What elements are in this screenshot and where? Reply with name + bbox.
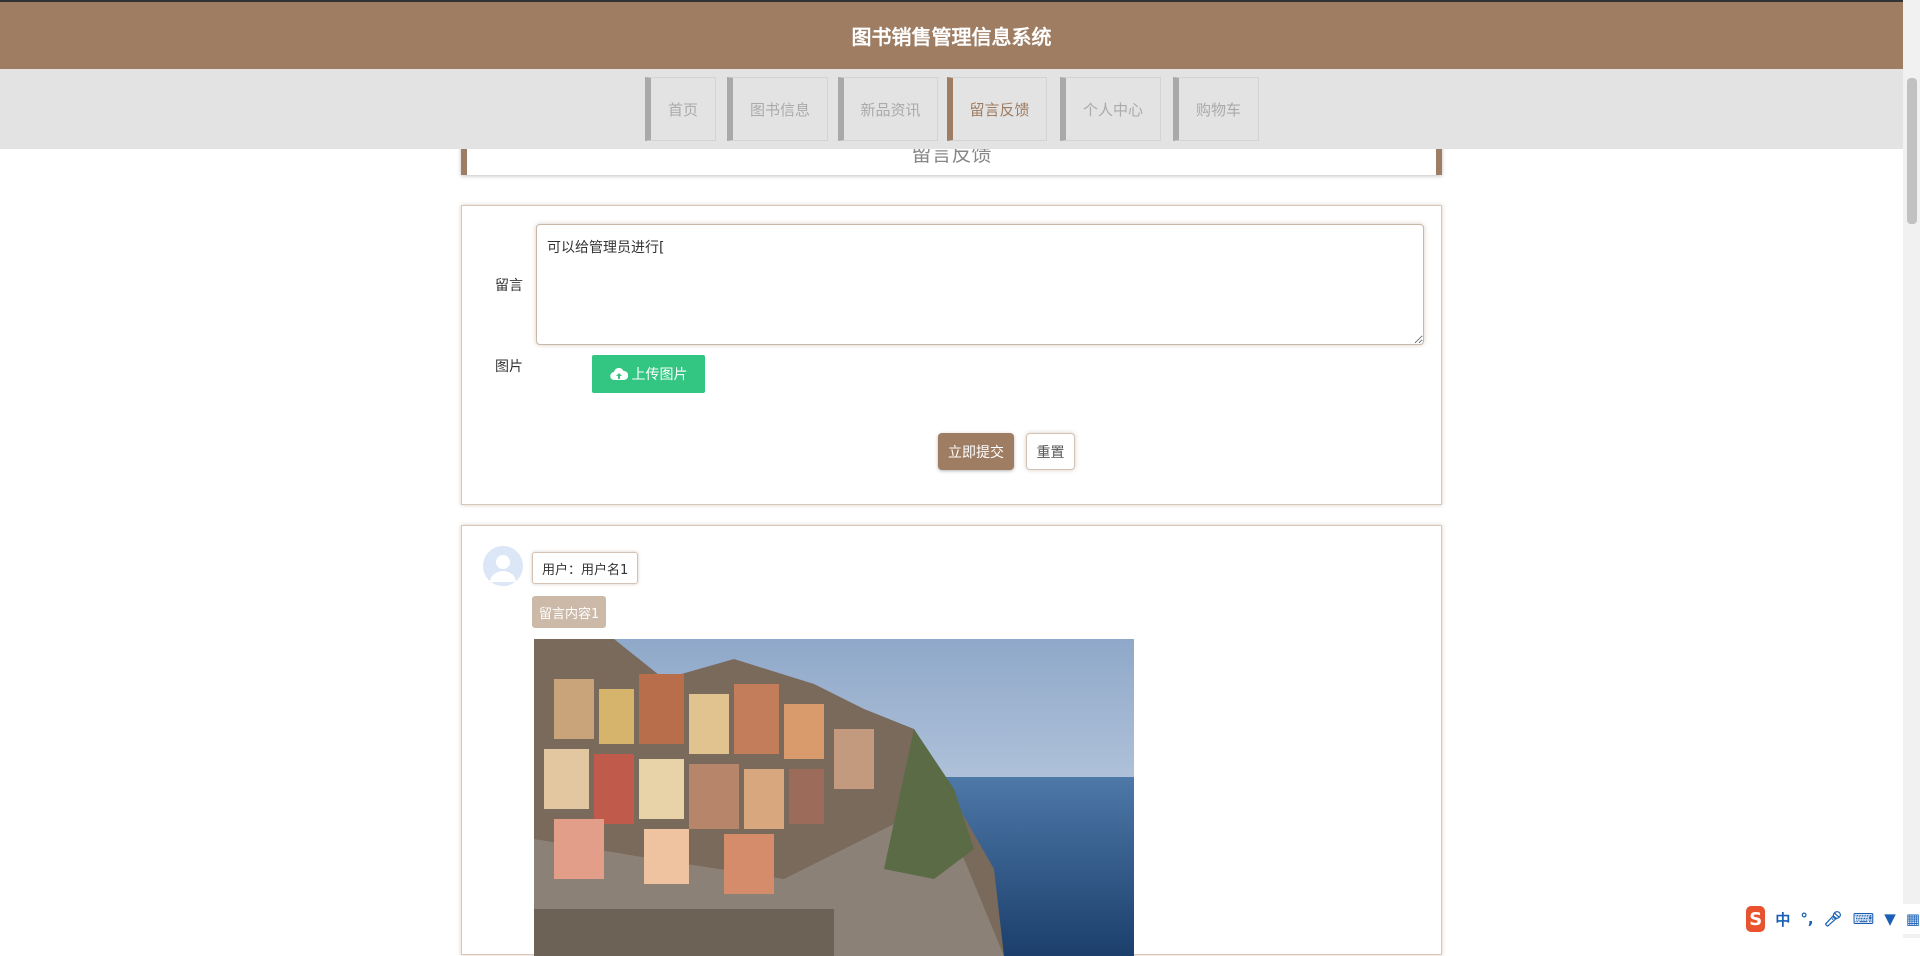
message-content-tag: 留言内容1: [532, 596, 607, 628]
ime-toolbar: S 中 °, 🎤︎ ⌨︎ ▼ ▦: [1742, 904, 1920, 934]
reset-button[interactable]: 重置: [1026, 433, 1075, 470]
site-header: 图书销售管理信息系统: [0, 2, 1903, 69]
site-title: 图书销售管理信息系统: [851, 25, 1052, 49]
scrollbar-thumb[interactable]: [1907, 78, 1917, 224]
upload-image-button[interactable]: 上传图片: [592, 355, 705, 393]
feedback-form: 留言 图片 上传图片 立即提交 重置: [461, 205, 1442, 505]
avatar: [483, 546, 523, 586]
ime-mode-toggle[interactable]: 中: [1775, 909, 1790, 930]
nav-item-home[interactable]: 首页: [645, 77, 716, 141]
nav-item-feedback[interactable]: 留言反馈: [947, 77, 1047, 141]
nav-item-cart[interactable]: 购物车: [1173, 77, 1259, 141]
skin-icon[interactable]: ▼: [1884, 910, 1896, 928]
submit-button[interactable]: 立即提交: [938, 433, 1014, 470]
microphone-icon[interactable]: 🎤︎: [1824, 910, 1843, 928]
page-scrollbar[interactable]: [1903, 0, 1920, 938]
nav-item-profile[interactable]: 个人中心: [1060, 77, 1161, 141]
image-label: 图片: [495, 359, 523, 375]
sogou-logo-icon[interactable]: S: [1746, 906, 1766, 932]
message-list: 用户：用户名1 留言内容1: [461, 525, 1442, 956]
user-avatar-icon: [483, 546, 523, 586]
message-textarea[interactable]: [536, 224, 1424, 345]
message-user-tag: 用户：用户名1: [532, 552, 639, 584]
message-label: 留言: [495, 278, 523, 294]
message-image: [534, 639, 1134, 956]
nav-item-books[interactable]: 图书信息: [727, 77, 828, 141]
toolbox-icon[interactable]: ▦: [1906, 910, 1920, 928]
cloud-upload-icon: [609, 367, 628, 381]
nav-item-news[interactable]: 新品资讯: [838, 77, 938, 141]
punctuation-toggle[interactable]: °,: [1800, 910, 1813, 928]
main-nav: 首页 图书信息 新品资讯 留言反馈 个人中心 购物车: [0, 69, 1903, 149]
keyboard-icon[interactable]: ⌨︎: [1853, 910, 1875, 928]
